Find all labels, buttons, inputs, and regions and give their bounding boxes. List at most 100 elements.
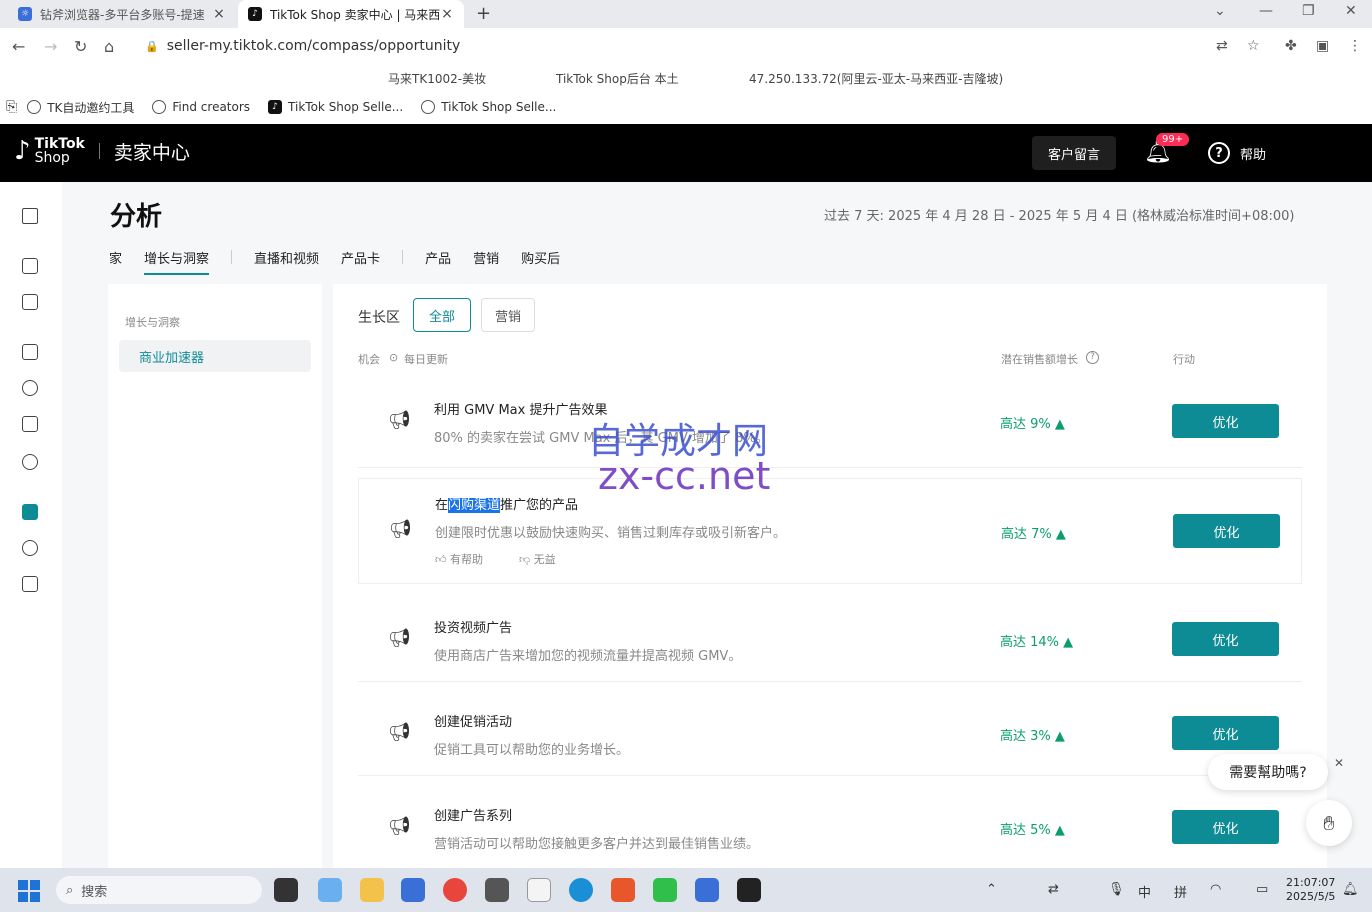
tab-title: TikTok Shop 卖家中心 | 马来西 [270, 7, 440, 22]
browser-tab-1[interactable]: ☼ 钻斧浏览器-多平台多账号-提速 × [8, 0, 236, 28]
address-bar: ← → ↻ ⌂ 🔒 seller-my.tiktok.com/compass/op… [0, 28, 1372, 66]
back-icon[interactable]: ← [12, 37, 25, 56]
divider [402, 250, 404, 264]
translate-icon[interactable]: ⇄ [1216, 38, 1228, 54]
bookmark-item[interactable]: TK自动邀约工具 [27, 99, 134, 116]
bookmark-folder-icon[interactable]: ⎘ [6, 99, 17, 115]
marketing-nav-icon[interactable] [22, 344, 38, 360]
widgets-icon[interactable] [318, 878, 342, 902]
wifi-icon[interactable]: ◠ [1210, 882, 1221, 897]
minimize-icon[interactable]: — [1259, 3, 1273, 19]
finance-nav-icon[interactable] [22, 576, 38, 592]
orders-nav-icon[interactable] [22, 258, 38, 274]
notepad-icon[interactable] [527, 878, 551, 902]
reload-icon[interactable]: ↻ [74, 37, 87, 56]
close-tab-icon[interactable]: × [440, 6, 454, 22]
growth-nav-icon[interactable] [22, 454, 38, 470]
helpful-button[interactable]: 👍︎ 有帮助 [435, 551, 501, 567]
opportunity-desc: 创建限时优惠以鼓励快速购买、销售过剩库存或吸引新客户。 [435, 526, 787, 541]
brand-line-2: Shop [34, 150, 70, 166]
opportunity-card: 📢︎ 创建促销活动 促销工具可以帮助您的业务增长。 高达 3% ▲ 优化 [358, 694, 1302, 776]
browser-tab-2[interactable]: ♪ TikTok Shop 卖家中心 | 马来西 × [238, 0, 464, 28]
optimize-button[interactable]: 优化 [1173, 514, 1280, 548]
date-range[interactable]: 过去 7 天: 2025 年 4 月 28 日 - 2025 年 5 月 4 日… [824, 205, 1294, 224]
home-icon[interactable]: ⌂ [104, 37, 114, 56]
help-button[interactable]: ? 帮助 [1208, 142, 1266, 164]
close-window-icon[interactable]: ✕ [1345, 3, 1357, 19]
ime-pinyin[interactable]: 拼 [1174, 882, 1187, 901]
rewards-nav-icon[interactable] [22, 540, 38, 556]
creators-nav-icon[interactable] [22, 380, 38, 396]
segment-label: 生长区 [358, 310, 400, 326]
extensions-icon[interactable]: ✤ [1285, 38, 1297, 54]
optimize-button[interactable]: 优化 [1172, 404, 1279, 438]
wechat-icon[interactable] [653, 878, 677, 902]
app-icon[interactable] [611, 878, 635, 902]
browser-tabbar: ☼ 钻斧浏览器-多平台多账号-提速 × ♪ TikTok Shop 卖家中心 |… [0, 0, 1372, 28]
megaphone-icon: 📢︎ [388, 816, 411, 837]
bookmark-item[interactable]: Find creators [152, 100, 250, 114]
browser-app-icon[interactable] [695, 878, 719, 902]
segment-marketing[interactable]: 营销 [481, 298, 535, 332]
tray-icon[interactable]: ⇄ [1048, 882, 1059, 897]
forward-icon[interactable]: → [44, 37, 57, 56]
battery-icon[interactable]: ▭ [1256, 882, 1268, 897]
tab-list-icon[interactable]: ⌄ [1214, 3, 1226, 19]
products-nav-icon[interactable] [22, 294, 38, 310]
ime-chinese[interactable]: 中 [1138, 882, 1151, 901]
growth-value: 高达 3% ▲ [1000, 729, 1065, 744]
home-nav-icon[interactable] [22, 208, 38, 224]
optimize-button[interactable]: 优化 [1172, 716, 1279, 750]
notification-icon[interactable]: 🔔︎ [1342, 882, 1359, 897]
tab-growth-insights[interactable]: 增长与洞察 [144, 248, 210, 275]
segment-all[interactable]: 全部 [413, 298, 471, 332]
megaphone-icon: 📢︎ [388, 410, 411, 431]
file-explorer-icon[interactable] [360, 878, 384, 902]
microphone-icon[interactable]: 🎙︎ [1108, 882, 1125, 897]
sub-nav-item-business-accelerator[interactable]: 商业加速器 [119, 340, 311, 372]
recorder-icon[interactable] [737, 878, 761, 902]
chrome-icon[interactable] [443, 878, 467, 902]
url-field[interactable]: 🔒 seller-my.tiktok.com/compass/opportunit… [145, 38, 460, 54]
close-tab-icon[interactable]: × [212, 6, 226, 22]
divider [98, 143, 100, 159]
menu-icon[interactable]: ⋮ [1348, 38, 1362, 54]
browser-app-icon[interactable] [401, 878, 425, 902]
optimize-button[interactable]: 优化 [1172, 622, 1279, 656]
chat-hand-icon[interactable]: ✋︎ [1306, 800, 1352, 846]
growth-value: 高达 9% ▲ [1000, 417, 1065, 432]
tab-marketing[interactable]: 营销 [473, 248, 499, 275]
ads-nav-icon[interactable] [22, 416, 38, 432]
tab-products[interactable]: 产品 [425, 248, 451, 275]
sidebar-icon[interactable]: ▣ [1316, 38, 1329, 54]
tab-product-card[interactable]: 产品卡 [341, 248, 380, 275]
unhelpful-button[interactable]: 👎︎ 无益 [519, 551, 574, 567]
bookmark-star-icon[interactable]: ☆ [1247, 38, 1260, 54]
analytics-nav-icon[interactable] [22, 504, 38, 520]
help-icon: ? [1208, 142, 1230, 164]
help-chat-prompt[interactable]: 需要幫助嗎? [1208, 754, 1328, 790]
maximize-icon[interactable]: ❐ [1302, 3, 1315, 19]
info-icon[interactable]: ? [1086, 351, 1099, 364]
calculator-icon[interactable] [485, 878, 509, 902]
tab-after-sales[interactable]: 购买后 [521, 248, 560, 275]
bookmark-item[interactable]: ♪ TikTok Shop Selle... [268, 100, 403, 114]
bookmark-item[interactable]: TikTok Shop Selle... [421, 100, 556, 114]
taskbar-search[interactable]: ⌕ 搜索 [56, 876, 262, 904]
tab-home[interactable]: 家 [109, 248, 122, 275]
tray-expand-icon[interactable]: ⌃ [986, 882, 997, 897]
opportunity-card: 📢︎ 投资视频广告 使用商店广告来增加您的视频流量并提高视频 GMV。 高达 1… [358, 600, 1302, 682]
globe-icon [421, 100, 436, 114]
optimize-button[interactable]: 优化 [1172, 810, 1279, 844]
col-growth: 潜在销售额增长 [1001, 353, 1078, 366]
windows-start-icon[interactable] [18, 880, 40, 902]
close-chat-icon[interactable]: ✕ [1334, 756, 1344, 770]
tiktok-shop-logo[interactable]: ♪ TikTok Shop 卖家中心 [14, 136, 190, 166]
taskbar-clock[interactable]: 21:07:07 2025/5/5 [1286, 876, 1335, 904]
edge-icon[interactable] [569, 878, 593, 902]
tab-live-video[interactable]: 直播和视频 [254, 248, 319, 275]
customer-messages-button[interactable]: 客户留言 [1032, 136, 1116, 170]
browser-app-icon: ☼ [18, 7, 32, 21]
new-tab-button[interactable]: + [476, 3, 491, 24]
task-view-icon[interactable] [274, 878, 298, 902]
